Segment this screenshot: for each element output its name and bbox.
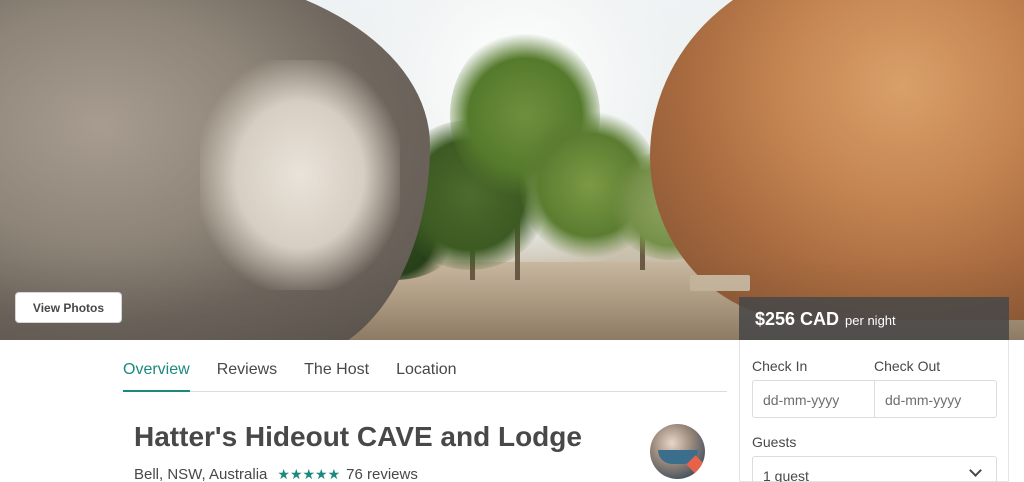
reviews-link[interactable]: 76 reviews [346,466,418,482]
check-in-label: Check In [752,358,808,374]
tab-reviews[interactable]: Reviews [217,356,277,392]
listing-title: Hatter's Hideout CAVE and Lodge [134,421,582,452]
listing-page: View Photos $256 CAD per night Overview … [0,0,1024,482]
tab-location[interactable]: Location [396,356,457,392]
guests-select[interactable]: 1 guest [752,456,997,482]
guests-label: Guests [752,434,797,450]
guests-value: 1 guest [763,468,809,482]
tab-overview[interactable]: Overview [123,356,190,392]
booking-panel: Check In Check Out dd-mm-yyyy dd-mm-yyyy… [739,340,1009,482]
price-band: $256 CAD per night [739,297,1009,340]
price-unit: per night [845,313,896,328]
star-icon[interactable]: ★★★★★ [277,466,340,482]
listing-location: Bell, NSW, Australia [134,466,268,482]
view-photos-button[interactable]: View Photos [15,292,122,323]
tab-the-host[interactable]: The Host [304,356,369,392]
hero-shade [0,0,1024,340]
check-out-field[interactable]: dd-mm-yyyy [874,380,997,418]
listing-tabs: Overview Reviews The Host Location [123,356,727,392]
chevron-down-icon [969,464,982,477]
host-avatar[interactable] [650,424,705,479]
check-in-field[interactable]: dd-mm-yyyy [752,380,875,418]
location-row: Bell, NSW, Australia ★★★★★ 76 reviews [134,466,418,482]
check-out-label: Check Out [874,358,941,374]
price-amount: $256 CAD [755,309,840,329]
hero-photo[interactable] [0,0,1024,340]
